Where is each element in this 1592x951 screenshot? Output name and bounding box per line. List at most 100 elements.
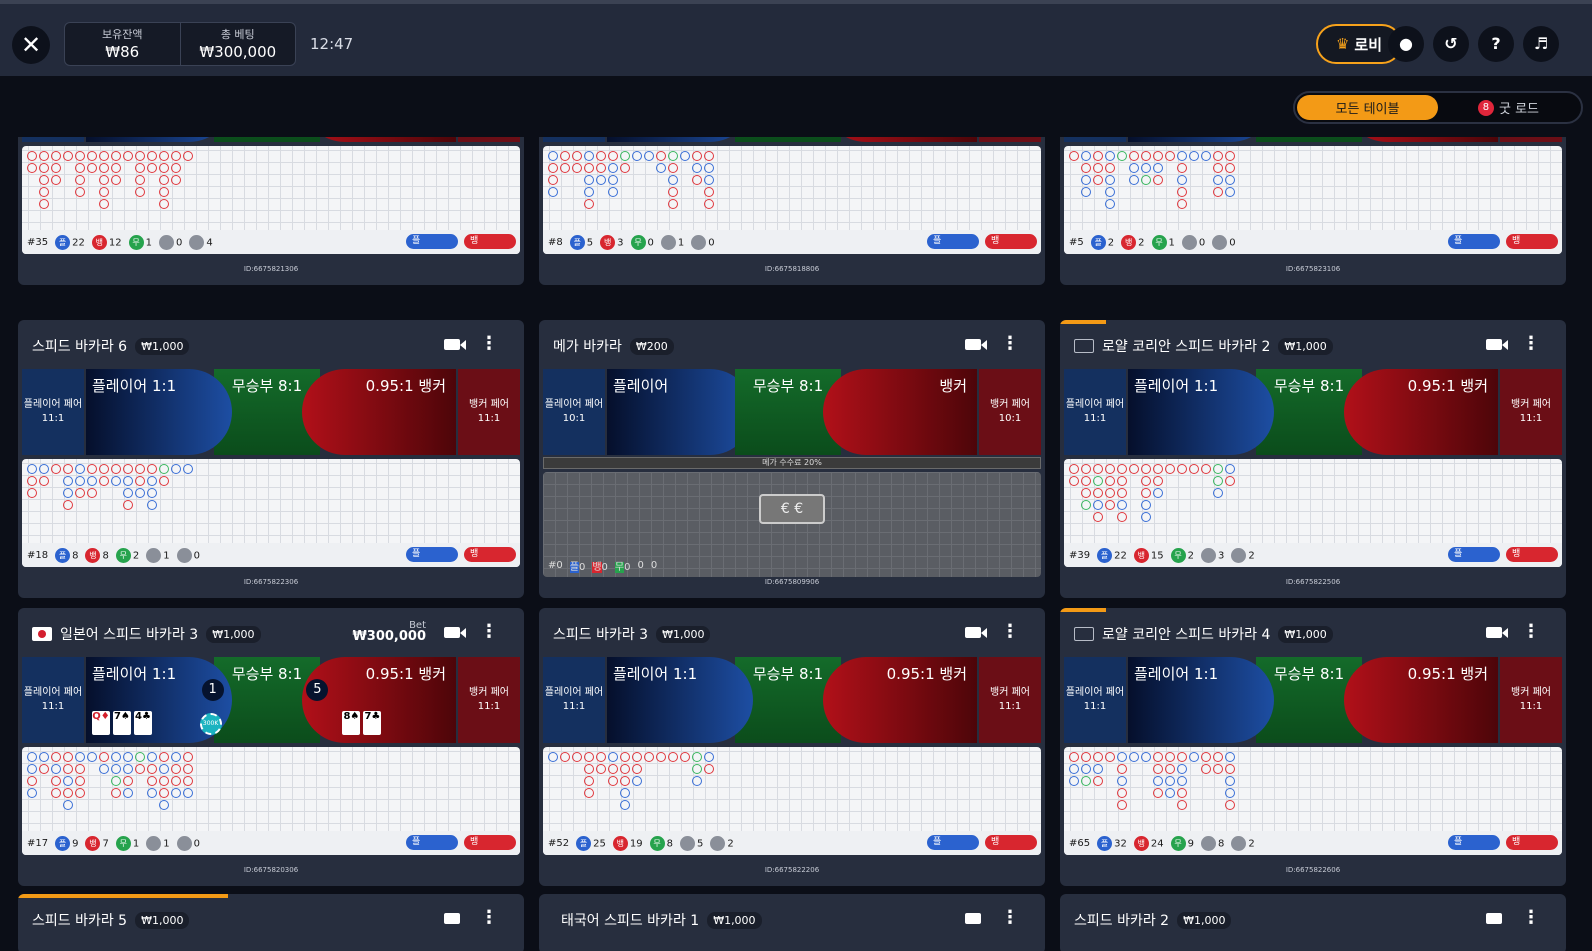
more-icon[interactable]: ⋮ <box>1522 622 1540 642</box>
banker-bet[interactable]: 0.95:1 뱅커 <box>1344 369 1498 455</box>
table-card[interactable]: 로얄 코리안 스피드 바카라 2 ₩1,000 ⋮ 플레이어 페어 11:1 플레이어… <box>1060 320 1566 598</box>
banker-pair-bet[interactable]: 뱅커 페어11:1 <box>1500 137 1562 142</box>
more-icon[interactable]: ⋮ <box>1001 622 1019 642</box>
road-mark <box>1081 163 1091 173</box>
close-button[interactable]: ✕ <box>12 26 50 64</box>
player-predict-toggle[interactable]: 플 <box>406 835 458 850</box>
more-icon[interactable]: ⋮ <box>480 908 498 928</box>
video-icon[interactable] <box>1486 913 1502 924</box>
banker-bet[interactable]: 0.95:1 뱅커3♦7♠Q♣ <box>823 137 977 142</box>
banker-bet[interactable]: 뱅커 <box>823 369 977 455</box>
road-mark <box>171 788 181 798</box>
player-pair-bet[interactable]: 플레이어 페어11:1 <box>22 369 84 455</box>
video-icon[interactable] <box>965 913 981 924</box>
player-bet[interactable]: 플레이어 <box>607 369 753 455</box>
player-bet[interactable]: 플레이어 1:1K♦2♦10♥ <box>607 137 753 142</box>
banker-predict-toggle[interactable]: 뱅 <box>464 547 516 562</box>
more-icon[interactable]: ⋮ <box>480 622 498 642</box>
video-icon[interactable] <box>965 339 987 350</box>
player-predict-toggle[interactable]: 플 <box>1448 835 1500 850</box>
player-pair-bet[interactable]: 플레이어 페어11:1 <box>1064 369 1126 455</box>
speaker-icon[interactable]: ♬ <box>1523 26 1559 62</box>
table-card[interactable]: 플레이어 페어11:1 플레이어 1:1 무승부 8:1 0.95:1 뱅커 뱅… <box>1060 137 1566 285</box>
banker-pair-bet[interactable]: 뱅커 페어11:1 <box>458 137 520 142</box>
player-pair-bet[interactable]: 플레이어 페어11:1 <box>22 657 84 743</box>
table-card[interactable]: 스피드 바카라 2 ₩1,000 ⋮ <box>1060 894 1566 951</box>
road-mark <box>135 476 145 486</box>
table-card[interactable]: 스피드 바카라 6 ₩1,000 ⋮ 플레이어 페어 11:1 플레이어 1:1 무승… <box>18 320 524 598</box>
player-bet[interactable]: 플레이어 1:1 Q♦ 7♠ 4♣ 300K 1 <box>86 657 232 743</box>
tie-bet[interactable]: 무승부 8:1 <box>1255 137 1363 142</box>
banker-predict-toggle[interactable]: 뱅 <box>985 835 1037 850</box>
banker-predict-toggle[interactable]: 뱅 <box>985 234 1037 249</box>
player-bet[interactable]: 플레이어 1:1 <box>607 657 753 743</box>
video-icon[interactable] <box>444 913 460 924</box>
player-bet[interactable]: 플레이어 1:1A♥ <box>86 137 232 142</box>
player-pair-bet[interactable]: 플레이어 페어11:1 <box>22 137 84 142</box>
banker-pair-bet[interactable]: 뱅커 페어11:1 <box>1500 369 1562 455</box>
tie-label: 무승부 8:1 <box>752 665 824 683</box>
more-icon[interactable]: ⋮ <box>1522 908 1540 928</box>
table-card[interactable]: 스피드 바카라 5 ₩1,000 ⋮ <box>18 894 524 951</box>
player-pair-bet[interactable]: 플레이어 페어11:1 <box>543 657 605 743</box>
filter-all-tables[interactable]: 모든 테이블 <box>1297 95 1438 120</box>
player-pair-bet[interactable]: 플레이어 페어 10:1 <box>543 369 605 455</box>
banker-bet[interactable]: 0.95:1 뱅커 8♠ 7♣ 5 <box>302 657 456 743</box>
filter-good-road[interactable]: 8 굿 로드 <box>1438 95 1579 120</box>
player-predict-toggle[interactable]: 플 <box>927 835 979 850</box>
table-card[interactable]: 메가 바카라 ₩200 ⋮ 플레이어 페어 10:1 플레이어 무승부 8:1 뱅커 뱅커… <box>539 320 1045 598</box>
more-icon[interactable]: ⋮ <box>1522 334 1540 354</box>
road-mark <box>63 488 73 498</box>
table-card[interactable]: 태국어 스피드 바카라 1 ₩1,000 ⋮ <box>539 894 1045 951</box>
player-predict-toggle[interactable]: 플 <box>406 234 458 249</box>
banker-predict-toggle[interactable]: 뱅 <box>1506 835 1558 850</box>
player-predict-toggle[interactable]: 플 <box>1448 547 1500 562</box>
banker-bet[interactable]: 0.95:1 뱅커5♣ <box>302 137 456 142</box>
player-predict-toggle[interactable]: 플 <box>1448 234 1500 249</box>
banker-pair-bet[interactable]: 뱅커 페어11:1 <box>1500 657 1562 743</box>
video-icon[interactable] <box>444 339 466 350</box>
player-bet[interactable]: 플레이어 1:1 <box>1128 137 1274 142</box>
player-pair-bet[interactable]: 플레이어 페어11:1 <box>1064 137 1126 142</box>
player-predict-toggle[interactable]: 플 <box>927 234 979 249</box>
banker-predict-toggle[interactable]: 뱅 <box>464 234 516 249</box>
table-card[interactable]: 일본어 스피드 바카라 3 ₩1,000 ⋮ Bet ₩300,000 플레이어 페어 1… <box>18 608 524 886</box>
table-card[interactable]: 로얄 코리안 스피드 바카라 4 ₩1,000 ⋮ 플레이어 페어 11:1 플레이어… <box>1060 608 1566 886</box>
more-icon[interactable]: ⋮ <box>480 334 498 354</box>
banker-bet[interactable]: 0.95:1 뱅커 <box>1344 137 1498 142</box>
player-pair-bet[interactable]: 플레이어 페어11:1 <box>1064 657 1126 743</box>
table-card[interactable]: 스피드 바카라 3 ₩1,000 ⋮ 플레이어 페어 11:1 플레이어 1:1 무승… <box>539 608 1045 886</box>
banker-predict-toggle[interactable]: 뱅 <box>1506 234 1558 249</box>
player-pair-bet[interactable]: 플레이어 페어11:1 <box>543 137 605 142</box>
banker-pair-bet[interactable]: 뱅커 페어11:1 <box>458 657 520 743</box>
table-card[interactable]: 플레이어 페어11:1 플레이어 1:1K♦2♦10♥ 무승부 8:1 0.95… <box>539 137 1045 285</box>
banker-bet[interactable]: 0.95:1 뱅커 <box>1344 657 1498 743</box>
video-icon[interactable] <box>1486 627 1508 638</box>
video-icon[interactable] <box>1486 339 1508 350</box>
lightbulb-icon[interactable]: ● <box>1388 26 1424 62</box>
banker-predict-toggle[interactable]: 뱅 <box>464 835 516 850</box>
player-bet[interactable]: 플레이어 1:1 <box>86 369 232 455</box>
banker-pair-bet[interactable]: 뱅커 페어11:1 <box>979 137 1041 142</box>
banker-bet[interactable]: 0.95:1 뱅커 <box>302 369 456 455</box>
tie-bet[interactable]: 무승부 8:1 <box>213 137 321 142</box>
banker-bet[interactable]: 0.95:1 뱅커 <box>823 657 977 743</box>
history-icon[interactable]: ↺ <box>1433 26 1469 62</box>
player-bet[interactable]: 플레이어 1:1 <box>1128 657 1274 743</box>
more-icon[interactable]: ⋮ <box>1001 908 1019 928</box>
video-icon[interactable] <box>444 627 466 638</box>
player-predict-toggle[interactable]: 플 <box>406 547 458 562</box>
road-mark <box>123 776 133 786</box>
player-bet[interactable]: 플레이어 1:1 <box>1128 369 1274 455</box>
table-card[interactable]: 플레이어 페어11:1 플레이어 1:1A♥ 무승부 8:1 0.95:1 뱅커… <box>18 137 524 285</box>
round-number: #0 <box>548 559 563 571</box>
help-icon[interactable]: ? <box>1478 26 1514 62</box>
more-icon[interactable]: ⋮ <box>1001 334 1019 354</box>
cash-icon: € € <box>759 494 825 524</box>
video-icon[interactable] <box>965 627 987 638</box>
banker-pair-bet[interactable]: 뱅커 페어 10:1 <box>979 369 1041 455</box>
banker-predict-toggle[interactable]: 뱅 <box>1506 547 1558 562</box>
tie-bet[interactable]: 무승부 8:1 <box>734 137 842 142</box>
banker-pair-bet[interactable]: 뱅커 페어11:1 <box>458 369 520 455</box>
banker-pair-bet[interactable]: 뱅커 페어11:1 <box>979 657 1041 743</box>
